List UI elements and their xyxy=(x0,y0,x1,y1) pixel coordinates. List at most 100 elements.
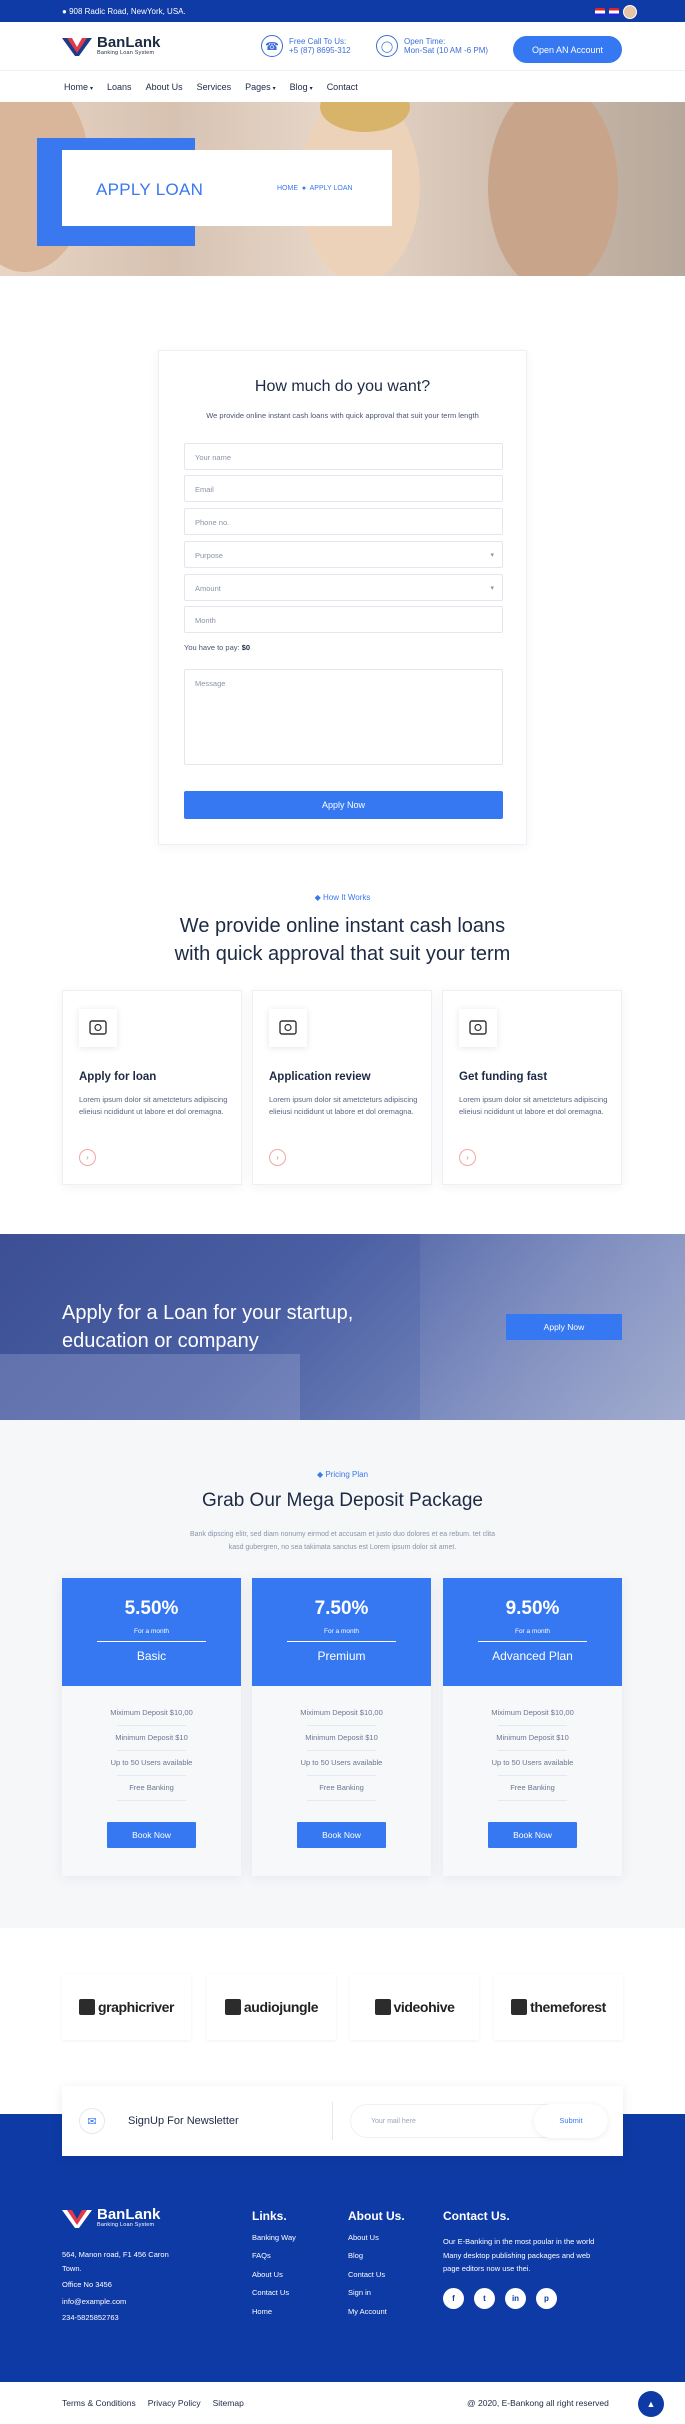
nav-item-pages[interactable]: Pages ▾ xyxy=(245,82,276,92)
phone-input[interactable]: Phone no. xyxy=(184,508,503,535)
language-switcher[interactable] xyxy=(595,5,637,19)
brand-logo-graphicriver[interactable]: graphicriver xyxy=(62,1974,191,2040)
footer-about-link[interactable]: My Account xyxy=(348,2307,405,2316)
plan-period: For a month xyxy=(514,1628,551,1635)
nav-item-loans[interactable]: Loans xyxy=(107,82,132,92)
sitemap-link[interactable]: Sitemap xyxy=(213,2398,244,2408)
how-heading: We provide online instant cash loans wit… xyxy=(0,912,685,968)
chevron-down-icon: ▾ xyxy=(309,86,313,92)
nav-item-home[interactable]: Home ▾ xyxy=(64,82,93,92)
footer-about-link[interactable]: Blog xyxy=(348,2251,405,2260)
phone-icon: ☎ xyxy=(261,35,283,57)
terms-link[interactable]: Terms & Conditions xyxy=(62,2398,136,2408)
message-textarea[interactable]: Message xyxy=(184,669,503,765)
pinterest-icon[interactable]: p xyxy=(536,2287,557,2309)
footer-contact-text-line2: Many desktop publishing packages and web xyxy=(443,2250,591,2260)
plan-feature: Miximum Deposit $10,00 xyxy=(110,1708,193,1717)
book-now-button[interactable]: Book Now xyxy=(107,1822,196,1848)
footer-link[interactable]: Home xyxy=(252,2307,296,2316)
breadcrumb-home[interactable]: HOME xyxy=(277,185,298,192)
arrow-right-icon[interactable]: › xyxy=(79,1149,96,1166)
nav-item-blog[interactable]: Blog ▾ xyxy=(290,82,313,92)
form-subtitle: We provide online instant cash loans wit… xyxy=(206,411,479,420)
feature-divider xyxy=(117,1800,186,1801)
step-title: Get funding fast xyxy=(459,1071,548,1083)
brand-logo-audiojungle[interactable]: audiojungle xyxy=(207,1974,336,2040)
open-account-button[interactable]: Open AN Account xyxy=(513,36,622,63)
footer-about-list: About Us Blog Contact Us Sign in My Account xyxy=(348,2233,405,2316)
footer-contact-text-line3: page editors now use thei. xyxy=(443,2264,531,2273)
footer-phone[interactable]: 234-5825852763 xyxy=(62,2311,169,2325)
apply-banner: Apply for a Loan for your startup, educa… xyxy=(0,1234,685,1420)
header: BanLank Banking Loan System ☎ Free Call … xyxy=(0,22,685,70)
book-now-button[interactable]: Book Now xyxy=(297,1822,386,1848)
how-eyebrow-text: How It Works xyxy=(322,893,371,902)
plan-feature: Minimum Deposit $10 xyxy=(496,1733,569,1742)
address-text: ● 908 Radic Road, NewYork, USA. xyxy=(62,7,186,16)
plan-name: Premium xyxy=(317,1649,366,1663)
banner-line2: education or company xyxy=(62,1330,259,1352)
call-number[interactable]: +5 (87) 8695-312 xyxy=(289,46,351,55)
credit-card-icon xyxy=(79,1009,117,1047)
themeforest-icon xyxy=(511,1999,528,2015)
flag-us-icon[interactable] xyxy=(595,8,605,16)
amount-select[interactable]: Amount ▾ xyxy=(184,574,503,601)
brand-name: themeforest xyxy=(530,1999,606,2015)
brand-logo-videohive[interactable]: videohive xyxy=(350,1974,479,2040)
user-avatar[interactable] xyxy=(623,5,637,19)
privacy-link[interactable]: Privacy Policy xyxy=(148,2398,201,2408)
scroll-to-top-button[interactable]: ▲ xyxy=(638,2391,664,2417)
footer-link[interactable]: FAQs xyxy=(252,2251,296,2260)
pricing-card-header: 7.50% For a month Premium xyxy=(252,1578,431,1686)
arrow-right-icon[interactable]: › xyxy=(269,1149,286,1166)
copyright-text: @ 2020, E-Bankong all right reserved xyxy=(467,2398,609,2408)
nav-item-about-us[interactable]: About Us xyxy=(146,82,183,92)
footer-link[interactable]: Contact Us xyxy=(252,2288,296,2297)
footer-about-link[interactable]: About Us xyxy=(348,2233,405,2242)
apply-now-button[interactable]: Apply Now xyxy=(184,791,503,819)
banner-line1: Apply for a Loan for your startup, xyxy=(62,1302,354,1324)
arrow-right-icon[interactable]: › xyxy=(459,1149,476,1166)
footer-links-title: Links. xyxy=(252,2209,287,2223)
feature-divider xyxy=(498,1750,567,1751)
how-heading-line1: We provide online instant cash loans xyxy=(179,915,506,937)
how-eyebrow: ◆ How It Works xyxy=(0,893,685,902)
pay-value: $0 xyxy=(241,643,251,652)
chevron-up-icon: ▲ xyxy=(646,2399,656,2409)
newsletter-box: ✉ SignUp For Newsletter Your mail here S… xyxy=(62,2086,623,2156)
nav-item-label: Loans xyxy=(107,82,132,92)
month-input[interactable]: Month xyxy=(184,606,503,633)
footer-about-link[interactable]: Contact Us xyxy=(348,2270,405,2279)
nav-items: Home ▾ Loans About Us Services Pages ▾ Blog ▾ Con… xyxy=(64,82,358,92)
newsletter-submit-button[interactable]: Submit xyxy=(534,2104,608,2138)
footer-link[interactable]: Banking Way xyxy=(252,2233,296,2242)
facebook-icon[interactable]: f xyxy=(443,2287,464,2309)
footer-brand-name: BanLank xyxy=(97,2206,161,2223)
time-info: ◯ Open Time: Mon-Sat (10 AM -6 PM) xyxy=(376,35,488,57)
book-now-button[interactable]: Book Now xyxy=(488,1822,577,1848)
brand-name: audiojungle xyxy=(243,1999,319,2015)
footer-logo[interactable]: BanLank Banking Loan System xyxy=(62,2206,161,2228)
purpose-select[interactable]: Purpose ▾ xyxy=(184,541,503,568)
globe-review-icon xyxy=(269,1009,307,1047)
brand-logo-themeforest[interactable]: themeforest xyxy=(494,1974,623,2040)
feature-divider xyxy=(307,1775,376,1776)
time-value: Mon-Sat (10 AM -6 PM) xyxy=(404,46,489,55)
purpose-select-value: Purpose xyxy=(195,551,223,560)
banner-apply-button[interactable]: Apply Now xyxy=(506,1314,622,1340)
footer-link[interactable]: About Us xyxy=(252,2270,296,2279)
nav-item-services[interactable]: Services xyxy=(197,82,232,92)
flag-alt-icon[interactable] xyxy=(609,8,619,16)
logo[interactable]: BanLank Banking Loan System xyxy=(62,35,160,56)
footer-about-link[interactable]: Sign in xyxy=(348,2288,405,2297)
step-text: Lorem ipsum dolor sit ametcteturs adipis… xyxy=(269,1095,418,1116)
name-input[interactable]: Your name xyxy=(184,443,503,470)
email-input[interactable]: Email xyxy=(184,475,503,502)
twitter-icon[interactable]: t xyxy=(474,2287,495,2309)
nav-item-contact[interactable]: Contact xyxy=(327,82,358,92)
linkedin-icon[interactable]: in xyxy=(505,2287,526,2309)
plan-period: For a month xyxy=(323,1628,360,1635)
social-links: f t in p xyxy=(443,2287,623,2309)
chevron-down-icon: ▾ xyxy=(490,585,494,592)
footer-email[interactable]: info@example.com xyxy=(62,2295,169,2309)
